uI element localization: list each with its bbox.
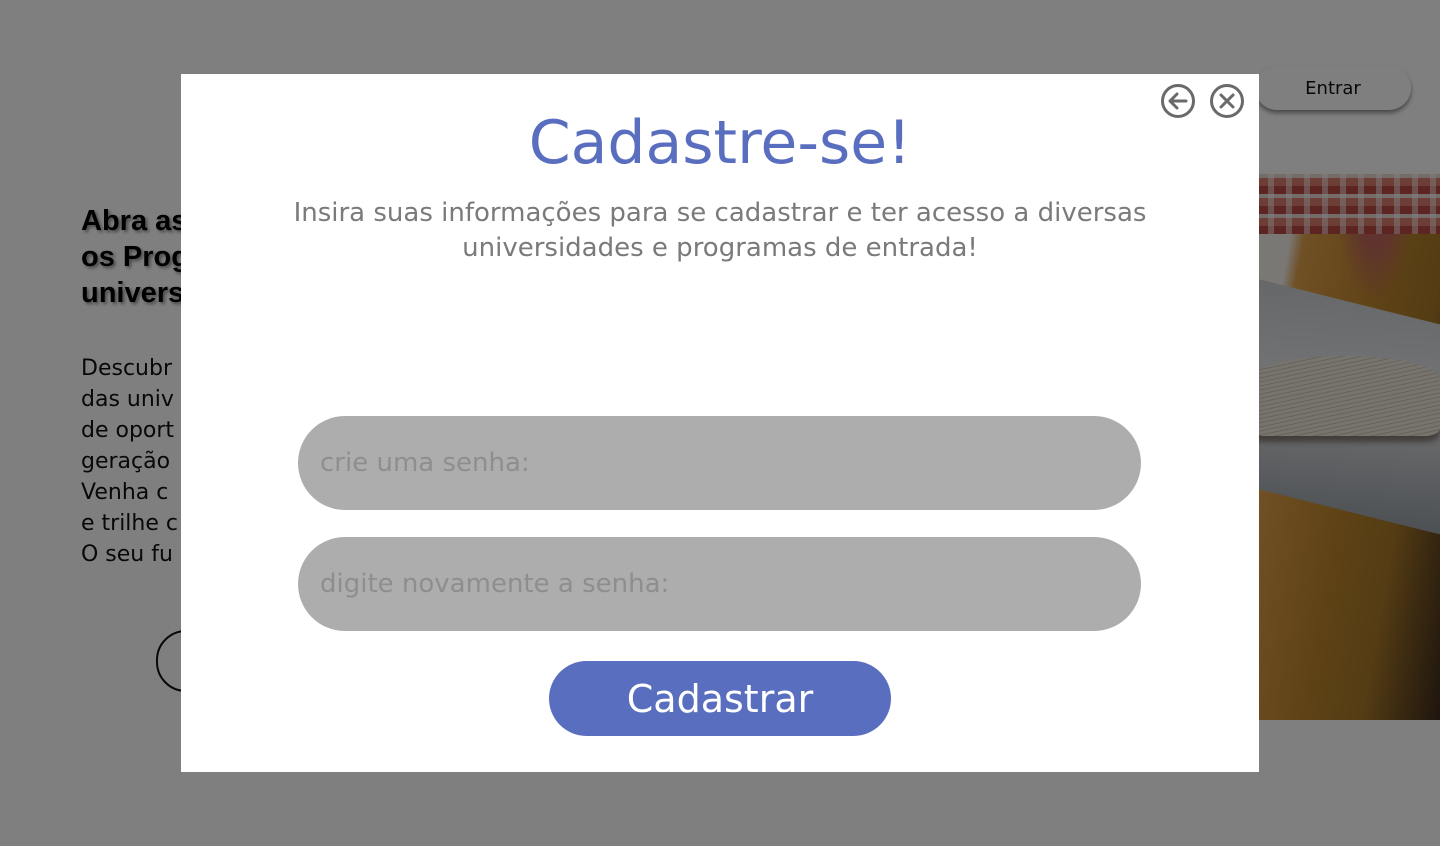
confirm-password-input[interactable]: [298, 537, 1141, 631]
password-input[interactable]: [298, 416, 1141, 510]
signup-submit-button[interactable]: Cadastrar: [549, 661, 891, 736]
modal-title: Cadastre-se!: [528, 108, 912, 178]
modal-subtitle: Insira suas informações para se cadastra…: [293, 198, 1147, 263]
signup-modal: Cadastre-se! Insira suas informações par…: [181, 74, 1259, 772]
